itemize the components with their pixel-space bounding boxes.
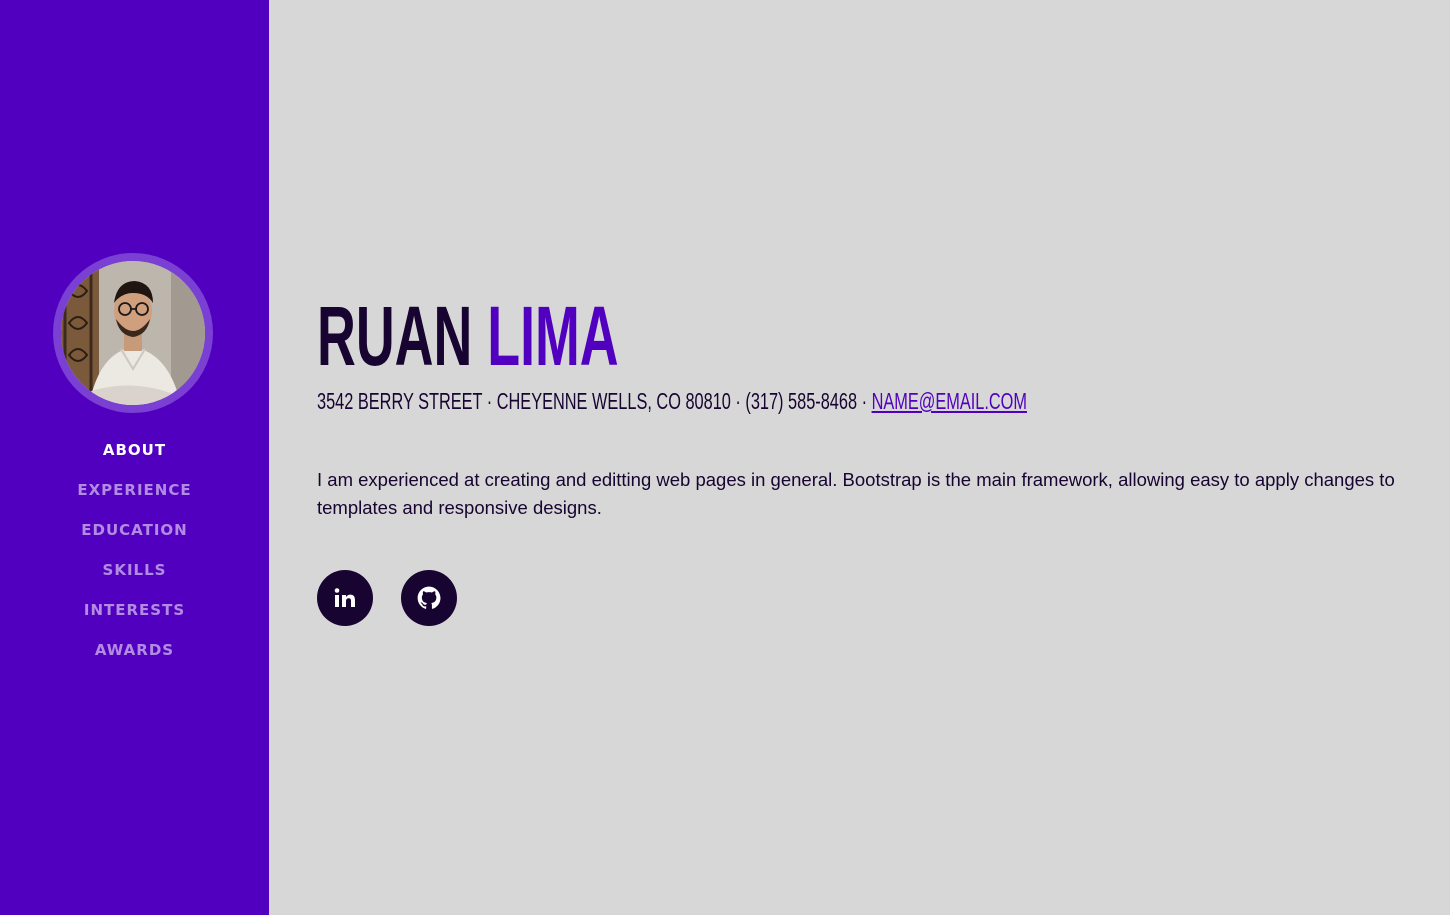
linkedin-icon <box>334 588 355 607</box>
sidebar-nav: ABOUT EXPERIENCE EDUCATION SKILLS INTERE… <box>0 430 269 670</box>
social-links <box>317 570 457 626</box>
contact-info: 3542 Berry Street · Cheyenne Wells, CO 8… <box>317 386 1027 416</box>
page-title: RUAN LIMA <box>317 286 619 386</box>
nav-item-skills[interactable]: SKILLS <box>0 550 269 590</box>
last-name: LIMA <box>487 289 619 383</box>
nav-item-interests[interactable]: INTERESTS <box>0 590 269 630</box>
nav-item-awards[interactable]: AWARDS <box>0 630 269 670</box>
avatar-ring <box>53 253 213 413</box>
nav-item-education[interactable]: EDUCATION <box>0 510 269 550</box>
profile-photo <box>61 261 205 405</box>
github-icon <box>417 586 441 609</box>
contact-address: 3542 Berry Street · Cheyenne Wells, CO 8… <box>317 388 872 414</box>
nav-item-about[interactable]: ABOUT <box>0 430 269 470</box>
email-link[interactable]: name@email.com <box>872 388 1027 414</box>
github-button[interactable] <box>401 570 457 626</box>
first-name: RUAN <box>317 289 473 383</box>
sidebar: ABOUT EXPERIENCE EDUCATION SKILLS INTERE… <box>0 0 269 915</box>
avatar <box>61 261 205 405</box>
about-text: I am experienced at creating and edittin… <box>317 469 1395 518</box>
linkedin-button[interactable] <box>317 570 373 626</box>
nav-item-experience[interactable]: EXPERIENCE <box>0 470 269 510</box>
